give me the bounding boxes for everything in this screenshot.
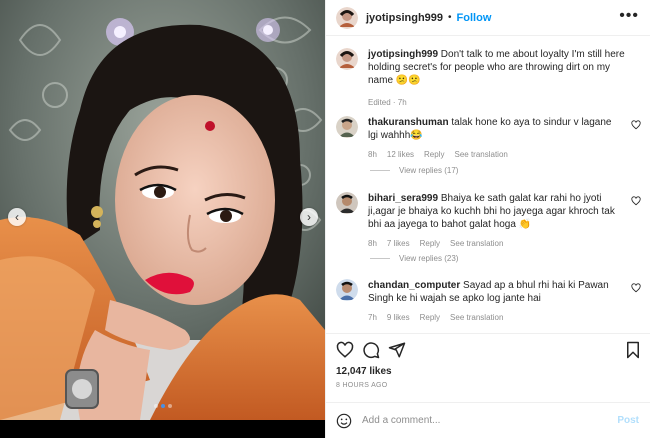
separator-dot: • [448,12,452,23]
next-slide-button[interactable]: › [300,208,318,226]
comment-item: chandan_computer Sayad ap a bhul rhi hai… [336,279,641,322]
comment-time: 8h [368,150,377,159]
see-translation-link[interactable]: See translation [450,313,503,322]
comment-text-block: bihari_sera999 Bhaiya ke sath galat kar … [368,192,623,231]
see-translation-link[interactable]: See translation [450,239,503,248]
caption-meta: Edited · 7h [368,98,407,107]
media-bottom-strip [0,420,325,438]
post-comment-button[interactable]: Post [617,415,639,426]
comment-body: thakuranshuman talak hone ko aya to sind… [368,116,628,159]
view-replies-button[interactable]: View replies (17) [370,166,458,175]
comment-time: 8h [368,239,377,248]
comment-meta: 8h 12 likes Reply See translation [368,150,628,159]
slide-dot [153,404,158,408]
caption-username[interactable]: jyotipsingh999 [368,49,438,60]
post-modal: ‹ › jyotipsingh999 • Follow ••• jyotipsi… [0,0,650,438]
comment-meta: 7h 9 likes Reply See translation [368,313,628,322]
comment-text-block: thakuranshuman talak hone ko aya to sind… [368,116,623,142]
reply-button[interactable]: Reply [420,313,440,322]
caption-text-block: jyotipsingh999 Don't talk to me about lo… [368,48,636,109]
comment-likes[interactable]: 7 likes [387,239,410,248]
comment-text-block: chandan_computer Sayad ap a bhul rhi hai… [368,279,623,305]
post-caption: jyotipsingh999 Don't talk to me about lo… [336,48,636,109]
comment-username[interactable]: bihari_sera999 [368,193,438,204]
more-icon[interactable]: ••• [619,8,639,24]
post-media: ‹ › [0,0,325,438]
like-count[interactable]: 12,047 likes [336,366,392,377]
reply-button[interactable]: Reply [424,150,444,159]
add-comment-bar: Post [326,402,650,438]
avatar[interactable] [336,6,358,29]
comment-likes[interactable]: 9 likes [387,313,410,322]
bookmark-icon[interactable] [624,341,642,359]
follow-button[interactable]: Follow [457,12,492,24]
avatar[interactable] [336,48,358,70]
view-replies-label: View replies (23) [399,254,459,263]
previous-slide-button[interactable]: ‹ [8,208,26,226]
reply-divider [370,170,390,171]
comment-item: thakuranshuman talak hone ko aya to sind… [336,116,641,159]
chevron-left-icon: ‹ [15,210,19,224]
heart-icon[interactable] [631,196,641,206]
heart-icon[interactable] [631,120,641,130]
slide-dot [167,404,172,408]
slide-indicator [0,404,325,408]
comment-body: bihari_sera999 Bhaiya ke sath galat kar … [368,192,628,248]
comment-username[interactable]: chandan_computer [368,280,460,291]
chevron-right-icon: › [307,210,311,224]
post-photo [0,0,325,420]
comment-item: bihari_sera999 Bhaiya ke sath galat kar … [336,192,641,248]
post-timestamp: 8 HOURS AGO [336,382,388,389]
comments-list[interactable]: jyotipsingh999 Don't talk to me about lo… [326,36,650,333]
view-replies-label: View replies (17) [399,166,459,175]
comment-username[interactable]: thakuranshuman [368,117,449,128]
post-side-panel: jyotipsingh999 • Follow ••• jyotipsingh9… [325,0,650,438]
see-translation-link[interactable]: See translation [454,150,507,159]
avatar[interactable] [336,192,358,214]
comment-likes[interactable]: 12 likes [387,150,414,159]
reply-button[interactable]: Reply [420,239,440,248]
slide-dot-active [160,404,165,408]
avatar[interactable] [336,116,358,138]
emoji-icon[interactable] [336,413,352,429]
post-username[interactable]: jyotipsingh999 [366,12,443,24]
comment-time: 7h [368,313,377,322]
comment-icon[interactable] [362,341,380,359]
heart-icon[interactable] [336,341,354,359]
add-comment-input[interactable] [362,415,602,426]
heart-icon[interactable] [631,283,641,293]
comment-body: chandan_computer Sayad ap a bhul rhi hai… [368,279,628,322]
avatar[interactable] [336,279,358,301]
view-replies-button[interactable]: View replies (23) [370,254,458,263]
post-header: jyotipsingh999 • Follow ••• [326,0,650,36]
reply-divider [370,258,390,259]
action-bar [326,333,650,363]
share-icon[interactable] [388,341,406,359]
comment-meta: 8h 7 likes Reply See translation [368,239,628,248]
